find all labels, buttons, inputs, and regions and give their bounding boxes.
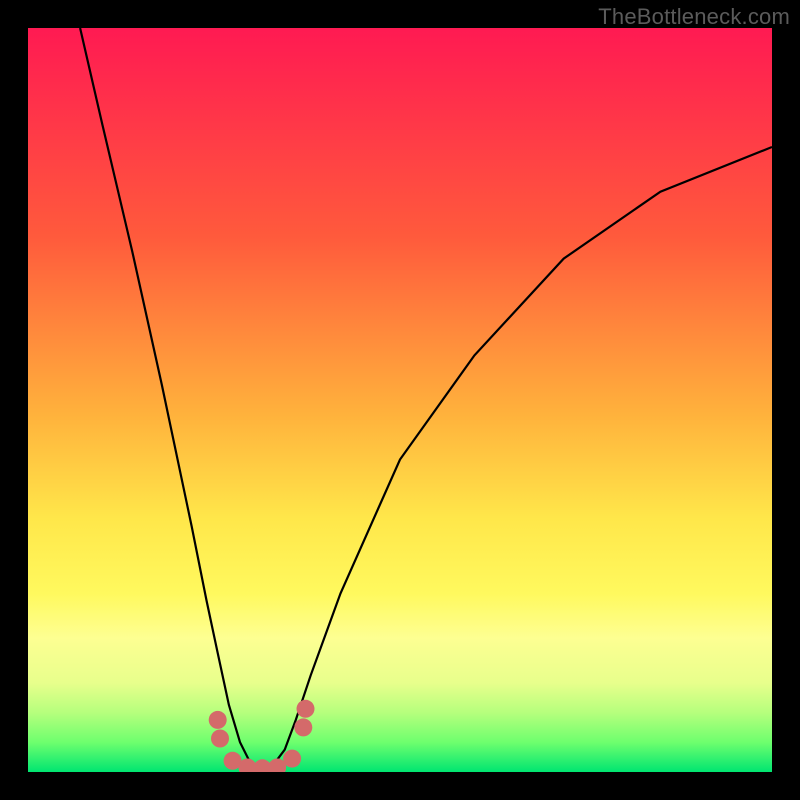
marker-dot [283,750,301,768]
watermark-text: TheBottleneck.com [598,4,790,30]
marker-dot [294,718,312,736]
highlight-markers [209,700,315,772]
chart-frame: TheBottleneck.com [0,0,800,800]
marker-dot [211,730,229,748]
curve-layer [28,28,772,772]
marker-dot [297,700,315,718]
bottleneck-curve [80,28,772,768]
plot-area [28,28,772,772]
marker-dot [209,711,227,729]
